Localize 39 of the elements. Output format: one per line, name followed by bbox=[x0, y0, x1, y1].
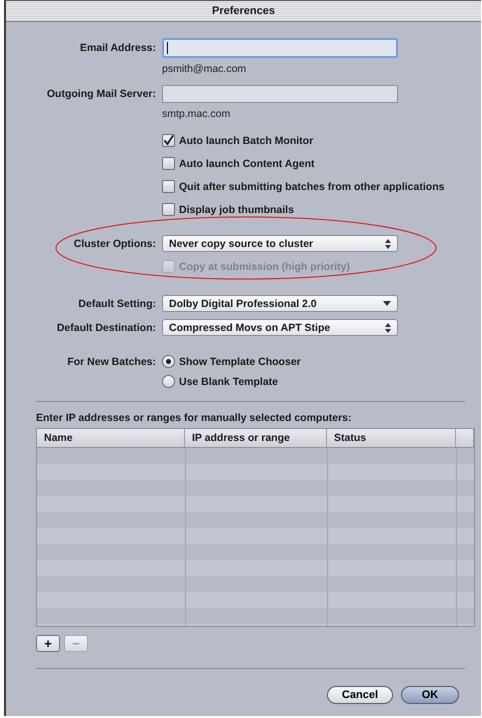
popup-menu[interactable]: Compressed Movs on APT Stipe bbox=[162, 319, 398, 336]
text-field[interactable] bbox=[162, 85, 398, 103]
popup-menu[interactable]: Dolby Digital Professional 2.0 bbox=[162, 295, 398, 312]
ok-button[interactable]: OK bbox=[401, 686, 459, 704]
popup-label: Default Setting: bbox=[77, 298, 156, 310]
down-arrow-icon bbox=[383, 301, 391, 306]
up-down-arrows-icon bbox=[385, 238, 391, 248]
checkbox[interactable] bbox=[162, 134, 175, 147]
radio-button[interactable] bbox=[162, 375, 175, 388]
checkbox[interactable] bbox=[162, 180, 175, 193]
field-hint: smtp.mac.com bbox=[162, 108, 230, 120]
field-hint: psmith@mac.com bbox=[162, 63, 246, 75]
checkbox[interactable] bbox=[162, 157, 175, 170]
field-label: Email Address: bbox=[78, 42, 156, 54]
radio-label: Show Template Chooser bbox=[179, 356, 301, 368]
radio-button[interactable] bbox=[162, 355, 175, 368]
checkbox-label: Auto launch Content Agent bbox=[179, 158, 315, 170]
cluster-options-label: Cluster Options: bbox=[72, 238, 156, 250]
radio-group-label: For New Batches: bbox=[66, 356, 156, 368]
up-down-arrows-icon bbox=[385, 322, 391, 332]
add-button[interactable]: + bbox=[36, 635, 60, 652]
popup-label: Default Destination: bbox=[56, 322, 156, 334]
table-caption: Enter IP addresses or ranges for manually selected computers: bbox=[36, 412, 353, 424]
column-header[interactable]: Name bbox=[37, 429, 185, 447]
checkbox-label: Display job thumbnails bbox=[179, 204, 294, 216]
window-title: Preferences bbox=[212, 5, 275, 17]
text-cursor bbox=[167, 42, 168, 54]
radio-label: Use Blank Template bbox=[179, 376, 278, 388]
column-header[interactable]: IP address or range bbox=[185, 429, 327, 447]
checkmark-icon bbox=[163, 135, 174, 146]
checkbox[interactable] bbox=[162, 203, 175, 216]
popup-menu[interactable]: Never copy source to cluster bbox=[162, 235, 398, 252]
cancel-button[interactable]: Cancel bbox=[326, 686, 393, 704]
checkbox-label: Copy at submission (high priority) bbox=[179, 260, 350, 272]
checkbox-label: Quit after submitting batches from other applications bbox=[179, 180, 444, 192]
checkbox-label: Auto launch Batch Monitor bbox=[179, 134, 314, 146]
column-header[interactable]: Status bbox=[327, 429, 456, 447]
text-field[interactable] bbox=[162, 38, 398, 58]
field-label: Outgoing Mail Server: bbox=[46, 88, 156, 100]
